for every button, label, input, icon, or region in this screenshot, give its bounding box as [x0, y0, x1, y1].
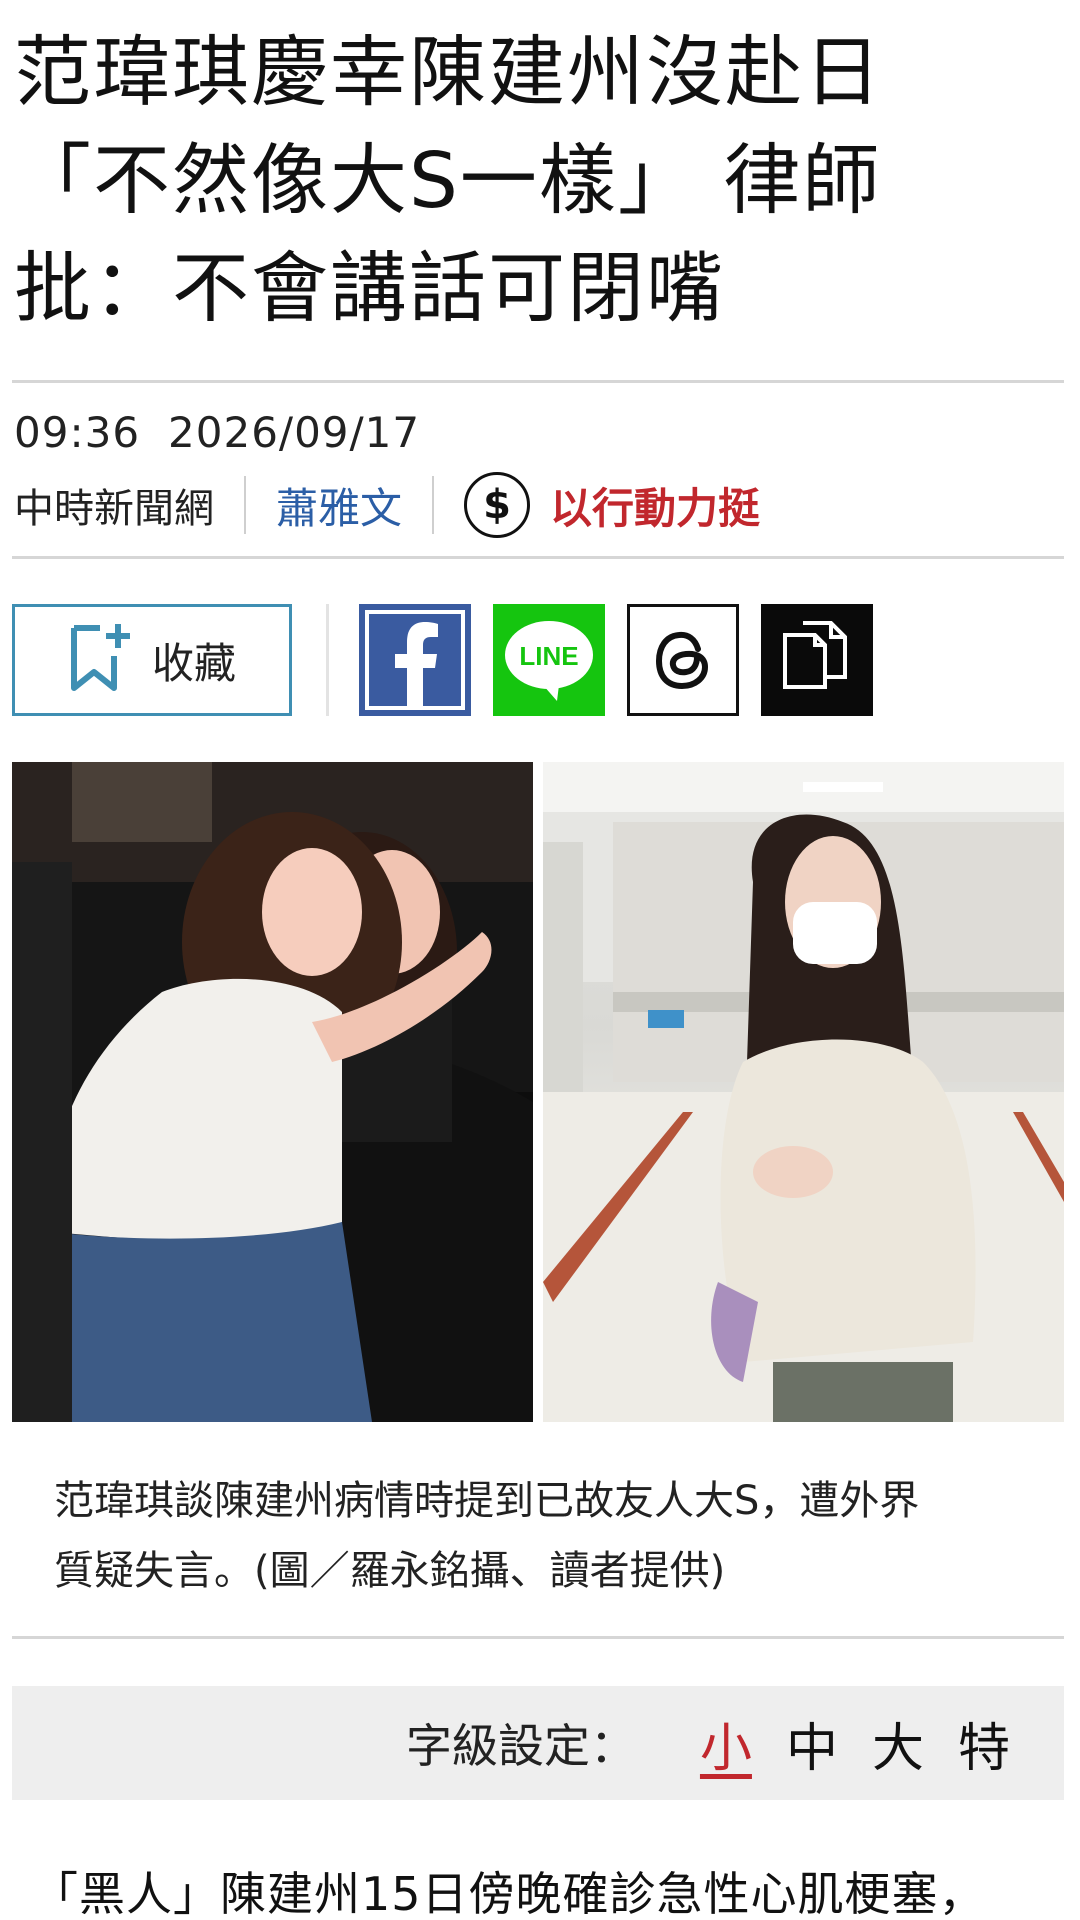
divider — [244, 476, 246, 534]
facebook-share-button[interactable] — [359, 604, 471, 716]
byline: 中時新聞網 蕭雅文 $ 以行動力挺 — [14, 470, 760, 540]
threads-icon — [655, 631, 709, 690]
save-button[interactable]: 收藏 — [12, 604, 292, 716]
headline-line-1: 范瑋琪慶幸陳建州沒赴日 — [14, 29, 883, 118]
article-body-first-line: 「黑人」陳建州15日傍晚確診急性心肌梗塞， — [32, 1867, 986, 1920]
author-link[interactable]: 蕭雅文 — [276, 475, 402, 536]
publish-timestamp: 09:36 2026/09/17 — [14, 408, 448, 457]
caption-line-2: 質疑失言。(圖／羅永銘攝、讀者提供) — [54, 1548, 726, 1594]
divider — [432, 476, 435, 534]
support-link[interactable]: 以行動力挺 — [550, 475, 760, 536]
bookmark-add-icon — [68, 622, 130, 698]
divider — [12, 380, 1064, 383]
photo-caption: 范瑋琪談陳建州病情時提到已故友人大S，遭外界 質疑失言。(圖／羅永銘攝、讀者提供… — [54, 1466, 1044, 1606]
line-icon-text: LINE — [519, 641, 578, 671]
copy-link-icon — [783, 621, 847, 689]
news-source[interactable]: 中時新聞網 — [14, 476, 214, 534]
line-icon: LINE — [505, 621, 593, 701]
font-size-label: 字級設定： — [405, 1719, 636, 1773]
font-size-setting: 字級設定： 小 中 大 特 — [12, 1686, 1064, 1800]
font-size-extra-large[interactable]: 特 — [958, 1706, 1010, 1781]
caption-line-1: 范瑋琪談陳建州病情時提到已故友人大S，遭外界 — [54, 1478, 920, 1524]
divider — [326, 604, 329, 716]
threads-share-button[interactable] — [627, 604, 739, 716]
headline-line-3: 批：不會講話可閉嘴 — [14, 245, 725, 334]
publish-time: 09:36 — [14, 408, 141, 457]
photo-woman-in-mask-hospital — [543, 762, 1064, 1422]
divider — [12, 1636, 1064, 1639]
divider — [12, 556, 1064, 559]
font-size-medium[interactable]: 中 — [786, 1706, 838, 1781]
photo-two-women-hugging — [12, 762, 533, 1422]
copy-link-button[interactable] — [761, 604, 873, 716]
font-size-large[interactable]: 大 — [872, 1706, 924, 1781]
facebook-icon — [365, 610, 465, 710]
font-size-small[interactable]: 小 — [700, 1706, 752, 1781]
publish-date: 2026/09/17 — [168, 408, 421, 457]
article-headline: 范瑋琪慶幸陳建州沒赴日 「不然像大S一樣」 律師 批：不會講話可閉嘴 — [14, 20, 1014, 344]
line-share-button[interactable]: LINE — [493, 604, 605, 716]
dollar-icon[interactable]: $ — [464, 472, 531, 538]
headline-line-2: 「不然像大S一樣」 律師 — [14, 137, 882, 226]
article-photos — [12, 762, 1064, 1422]
save-label: 收藏 — [151, 638, 236, 688]
action-bar: 收藏 LINE — [12, 604, 895, 716]
